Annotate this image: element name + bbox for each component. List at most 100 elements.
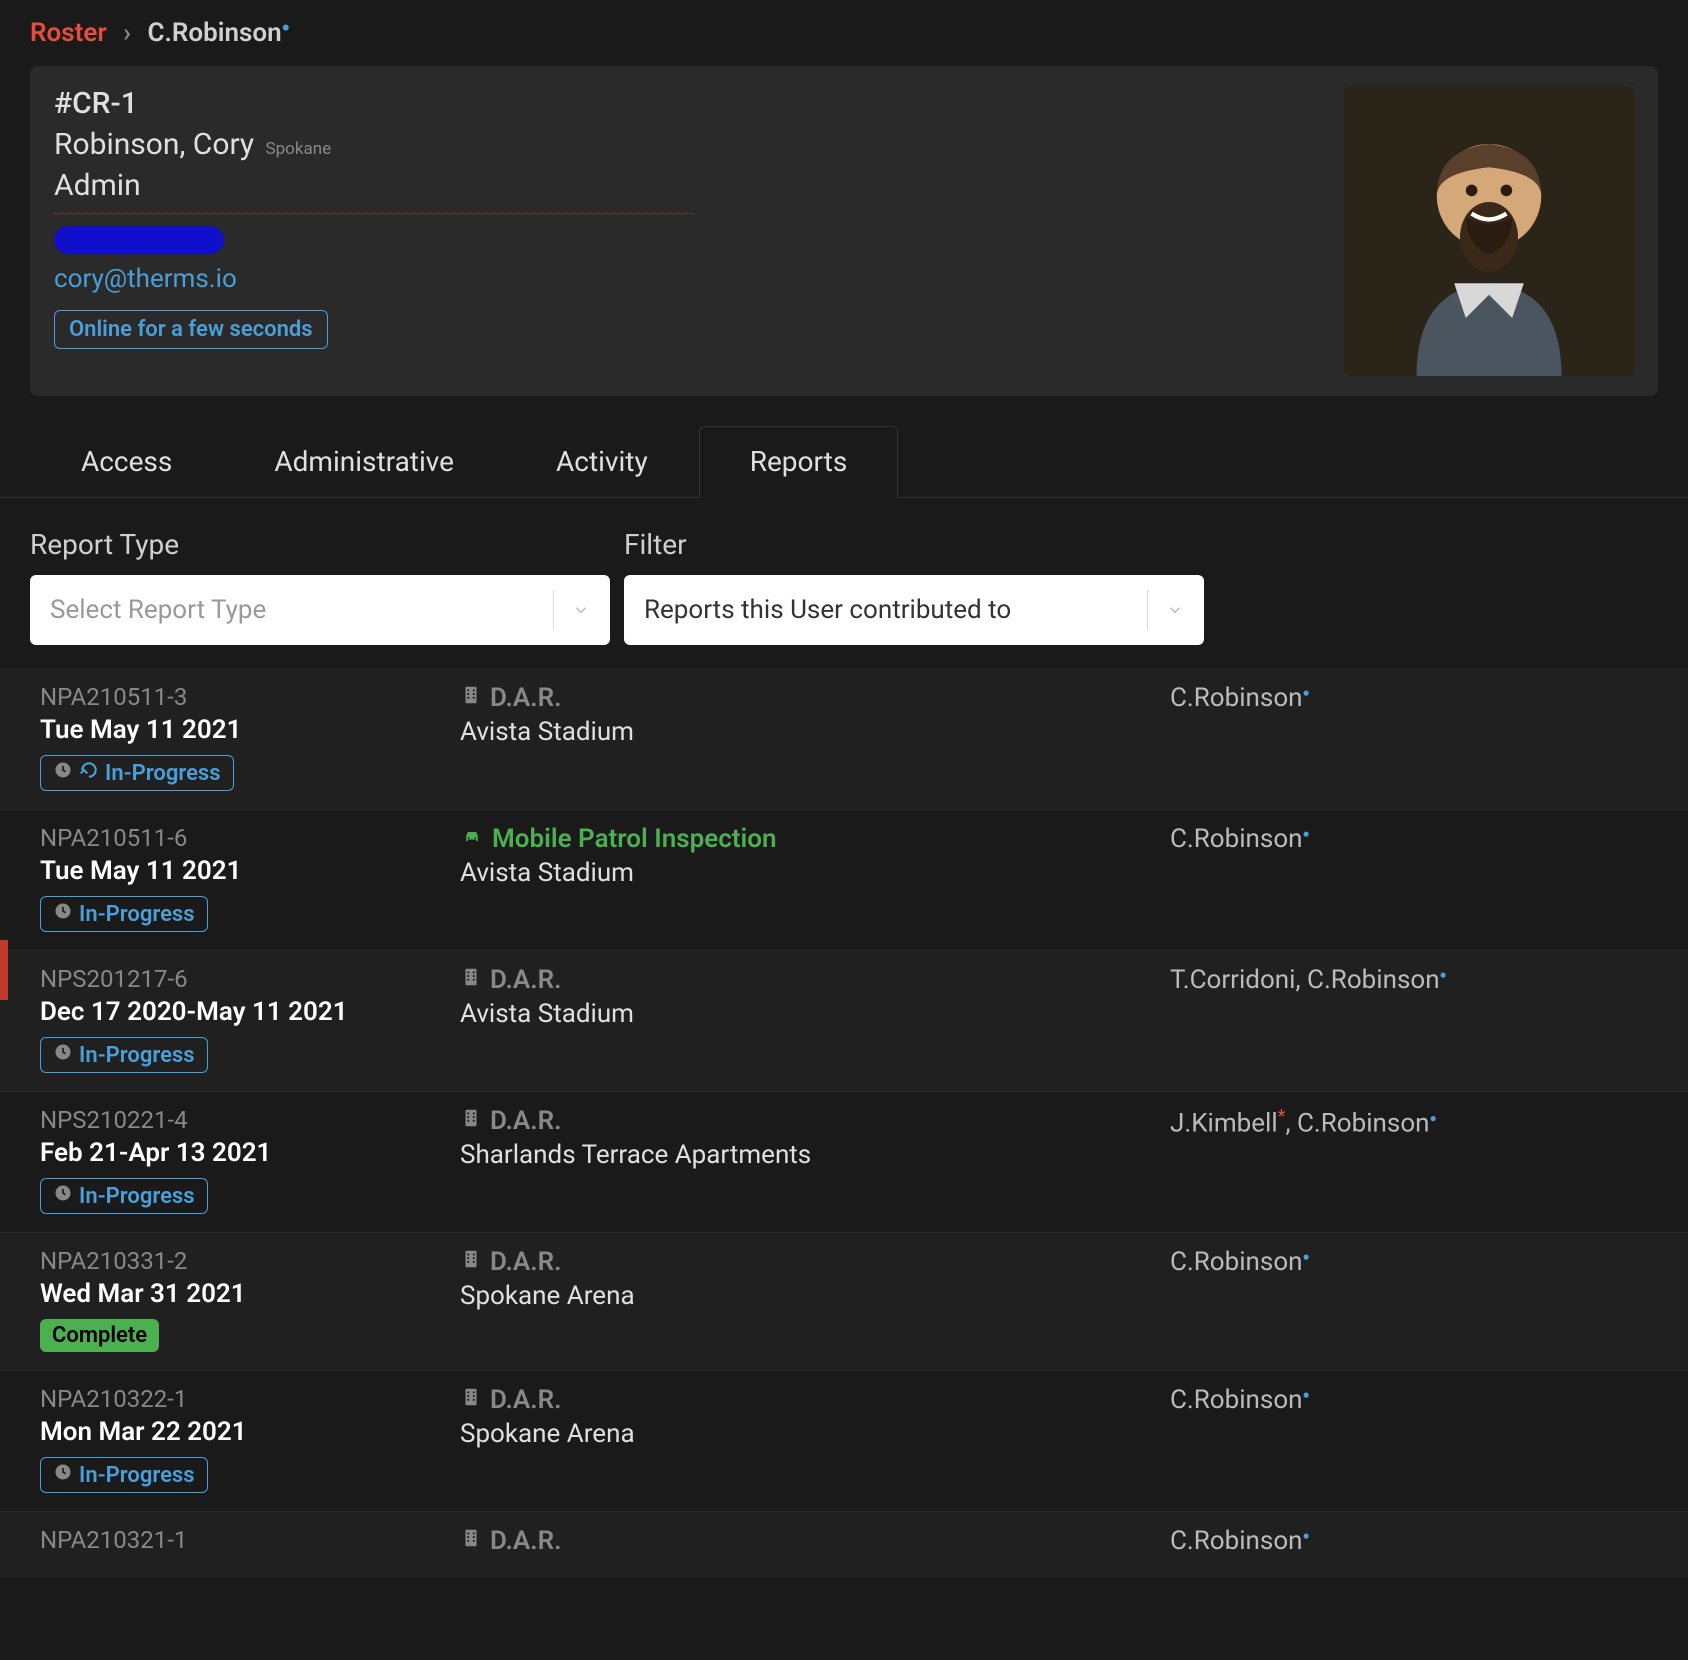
car-icon [460,824,484,854]
profile-email-link[interactable]: cory@therms.io [54,264,237,294]
report-location: Spokane Arena [460,1419,1170,1449]
report-assignees: C.Robinson● [1170,1385,1658,1493]
filters-row: Report Type Select Report Type Filter Re… [0,498,1688,659]
filter-select[interactable]: Reports this User contributed to [624,575,1204,645]
report-assignees: C.Robinson● [1170,824,1658,932]
tab-reports[interactable]: Reports [699,426,899,498]
refresh-icon [79,760,99,786]
report-location: Sharlands Terrace Apartments [460,1140,1170,1170]
report-row[interactable]: NPA210331-2 Wed Mar 31 2021 Complete D.A.R.… [0,1232,1688,1370]
report-assignees: C.Robinson● [1170,1247,1658,1352]
status-text: In-Progress [79,1463,195,1488]
report-row[interactable]: NPS210221-4 Feb 21-Apr 13 2021 In-Progress… [0,1091,1688,1232]
chevron-down-icon [553,590,590,630]
breadcrumb: Roster › C.Robinson● [0,18,1688,66]
report-location: Spokane Arena [460,1281,1170,1311]
report-type-label: Report Type [30,528,610,561]
profile-id: #CR-1 [54,86,1344,121]
report-id: NPA210511-3 [40,683,460,711]
report-assignees: T.Corridoni, C.Robinson● [1170,965,1658,1073]
report-type-placeholder: Select Report Type [50,595,266,625]
report-row[interactable]: NPA210322-1 Mon Mar 22 2021 In-Progress D.A… [0,1370,1688,1511]
building-icon [460,1247,482,1277]
report-date: Tue May 11 2021 [40,856,460,886]
status-badge: In-Progress [40,1178,208,1214]
tab-administrative[interactable]: Administrative [223,426,505,497]
status-text: In-Progress [79,902,195,927]
status-dot-icon: ● [282,19,290,35]
status-text: In-Progress [79,1043,195,1068]
report-row[interactable]: NPA210511-3 Tue May 11 2021 In-Progress D.A… [0,669,1688,809]
status-badge: In-Progress [40,896,208,932]
status-dot-icon: ● [1303,685,1310,699]
building-icon [460,683,482,713]
building-icon [460,1526,482,1556]
report-date: Mon Mar 22 2021 [40,1417,460,1447]
report-date: Feb 21-Apr 13 2021 [40,1138,460,1168]
filter-value: Reports this User contributed to [644,595,1011,625]
report-type: D.A.R. [460,683,562,713]
report-row[interactable]: NPA210321-1D.A.R. C.Robinson● [0,1511,1688,1578]
clock-icon [53,1042,73,1068]
status-badge: In-Progress [40,1457,208,1493]
clock-icon [53,1462,73,1488]
status-dot-icon: ● [1440,967,1447,981]
report-id: NPA210331-2 [40,1247,460,1275]
filter-label: Filter [624,528,1204,561]
report-date: Tue May 11 2021 [40,715,460,745]
report-id: NPA210511-6 [40,824,460,852]
report-assignees: C.Robinson● [1170,1526,1658,1560]
building-icon [460,1385,482,1415]
status-dot-icon: ● [1303,1387,1310,1401]
status-badge: Complete [40,1319,159,1352]
status-badge: In-Progress [40,755,234,791]
status-text: Complete [52,1323,147,1348]
redacted-field [54,226,224,254]
report-location: Avista Stadium [460,999,1170,1029]
clock-icon [53,760,73,786]
report-date: Dec 17 2020-May 11 2021 [40,997,460,1027]
status-text: In-Progress [105,761,221,786]
building-icon [460,965,482,995]
avatar [1344,86,1634,376]
chevron-down-icon [1147,590,1184,630]
report-id: NPA210322-1 [40,1385,460,1413]
report-id: NPS201217-6 [40,965,460,993]
report-id: NPA210321-1 [40,1526,460,1554]
status-dot-icon: ● [1303,826,1310,840]
report-row[interactable]: NPA210511-6 Tue May 11 2021 In-Progress Mob… [0,809,1688,950]
clock-icon [53,1183,73,1209]
report-type: D.A.R. [460,1526,562,1556]
reports-list: NPA210511-3 Tue May 11 2021 In-Progress D.A… [0,659,1688,1578]
report-type: Mobile Patrol Inspection [460,824,777,854]
left-accent-bar [0,940,8,1000]
report-assignees: J.Kimbell*, C.Robinson● [1170,1106,1658,1214]
report-date: Wed Mar 31 2021 [40,1279,460,1309]
report-type: D.A.R. [460,1247,562,1277]
tab-activity[interactable]: Activity [505,426,699,497]
online-status-badge: Online for a few seconds [54,310,328,349]
report-row[interactable]: NPS201217-6 Dec 17 2020-May 11 2021 In-Pro… [0,950,1688,1091]
profile-role: Admin [54,168,1344,203]
profile-location: Spokane [266,139,332,159]
report-location: Avista Stadium [460,858,1170,888]
chevron-right-icon: › [123,18,131,48]
status-dot-icon: ● [1303,1249,1310,1263]
report-type: D.A.R. [460,1385,562,1415]
breadcrumb-current: C.Robinson [147,18,281,48]
status-text: In-Progress [79,1184,195,1209]
breadcrumb-root[interactable]: Roster [30,18,107,48]
building-icon [460,1106,482,1136]
divider [54,213,694,214]
tab-access[interactable]: Access [30,426,223,497]
status-dot-icon: ● [1430,1111,1437,1125]
report-id: NPS210221-4 [40,1106,460,1134]
report-type: D.A.R. [460,965,562,995]
profile-name: Robinson, Cory [54,127,254,162]
profile-card: #CR-1 Robinson, Cory Spokane Admin cory@… [30,66,1658,396]
report-type-select[interactable]: Select Report Type [30,575,610,645]
tabs: AccessAdministrativeActivityReports [0,426,1688,498]
clock-icon [53,901,73,927]
status-dot-icon: ● [1303,1528,1310,1542]
report-assignees: C.Robinson● [1170,683,1658,791]
